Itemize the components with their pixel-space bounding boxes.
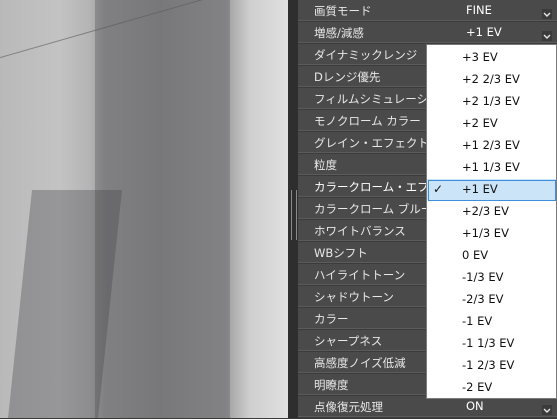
- dropdown-option[interactable]: +2 2/3 EV: [427, 69, 556, 90]
- setting-label: 高感度ノイズ低減: [314, 356, 406, 370]
- setting-label: カラークローム ブルー: [314, 202, 433, 216]
- dropdown-option[interactable]: -1/3 EV: [427, 267, 556, 288]
- setting-label: Dレンジ優先: [314, 70, 381, 84]
- chevron-down-icon[interactable]: [542, 26, 552, 41]
- setting-value[interactable]: FINE: [466, 3, 492, 17]
- dropdown-option-label: +2 EV: [462, 116, 498, 130]
- setting-label: 明瞭度: [314, 378, 349, 392]
- dropdown-option[interactable]: 0 EV: [427, 245, 556, 266]
- setting-lens-modulation-optimizer[interactable]: 点像復元処理 ON: [298, 396, 557, 417]
- dropdown-option-label: -1 2/3 EV: [462, 358, 515, 372]
- setting-label: 画質モード: [314, 4, 372, 18]
- dropdown-option-label: -1/3 EV: [462, 270, 504, 284]
- panel-splitter[interactable]: [288, 0, 298, 418]
- dropdown-option[interactable]: ✓ +1 EV: [427, 179, 556, 201]
- push-pull-dropdown[interactable]: +3 EV +2 2/3 EV +2 1/3 EV +2 EV +1 2/3 EV +1 …: [426, 44, 557, 399]
- setting-label: WBシフト: [314, 246, 368, 260]
- dropdown-option[interactable]: -2/3 EV: [427, 289, 556, 310]
- setting-value[interactable]: +1 EV: [466, 25, 502, 39]
- setting-image-quality[interactable]: 画質モード FINE: [298, 0, 557, 21]
- dropdown-option[interactable]: +1 1/3 EV: [427, 157, 556, 178]
- dropdown-option-label: 0 EV: [462, 248, 489, 262]
- dropdown-option[interactable]: +1/3 EV: [427, 223, 556, 244]
- chevron-down-icon[interactable]: [542, 400, 552, 415]
- setting-label: ダイナミックレンジ: [314, 48, 418, 62]
- dropdown-option[interactable]: -2 EV: [427, 377, 556, 398]
- dropdown-option[interactable]: +2 1/3 EV: [427, 91, 556, 112]
- dropdown-option[interactable]: +2/3 EV: [427, 201, 556, 222]
- dropdown-option-label: +1 1/3 EV: [462, 160, 520, 174]
- setting-label: シャープネス: [314, 334, 383, 348]
- setting-label: カラー: [314, 312, 349, 326]
- check-icon: ✓: [433, 182, 444, 196]
- setting-label: 点像復元処理: [314, 400, 383, 414]
- setting-push-pull[interactable]: 増感/減感 +1 EV: [298, 22, 557, 43]
- dropdown-option-label: +2/3 EV: [462, 204, 509, 218]
- setting-label: 増感/減感: [314, 26, 364, 40]
- dropdown-option-label: +1/3 EV: [462, 226, 509, 240]
- splitter-grip-icon[interactable]: [291, 190, 297, 240]
- chevron-down-icon[interactable]: [542, 4, 552, 19]
- setting-label: 粒度: [314, 158, 337, 172]
- dropdown-option-label: +1 EV: [462, 182, 498, 196]
- dropdown-option-label: +2 1/3 EV: [462, 94, 520, 108]
- dropdown-option-label: -1 EV: [462, 314, 493, 328]
- setting-label: モノクローム カラー: [314, 114, 421, 128]
- dropdown-option[interactable]: +2 EV: [427, 113, 556, 134]
- dropdown-option-label: +3 EV: [462, 50, 498, 64]
- setting-value[interactable]: ON: [466, 399, 484, 413]
- dropdown-option[interactable]: -1 1/3 EV: [427, 333, 556, 354]
- dropdown-option[interactable]: -1 EV: [427, 311, 556, 332]
- dropdown-option-label: -2 EV: [462, 380, 493, 394]
- dropdown-option[interactable]: -1 2/3 EV: [427, 355, 556, 376]
- setting-label: ホワイトバランス: [314, 224, 406, 238]
- setting-label: グレイン・エフェクト: [314, 136, 429, 150]
- dropdown-option-label: +2 2/3 EV: [462, 72, 520, 86]
- preview-image: [0, 0, 288, 418]
- dropdown-option-label: -1 1/3 EV: [462, 336, 515, 350]
- setting-label: シャドウトーン: [314, 290, 394, 304]
- dropdown-option-label: +1 2/3 EV: [462, 138, 520, 152]
- dropdown-option-label: -2/3 EV: [462, 292, 504, 306]
- setting-label: ハイライトトーン: [314, 268, 406, 282]
- dropdown-option[interactable]: +3 EV: [427, 47, 556, 68]
- dropdown-option[interactable]: +1 2/3 EV: [427, 135, 556, 156]
